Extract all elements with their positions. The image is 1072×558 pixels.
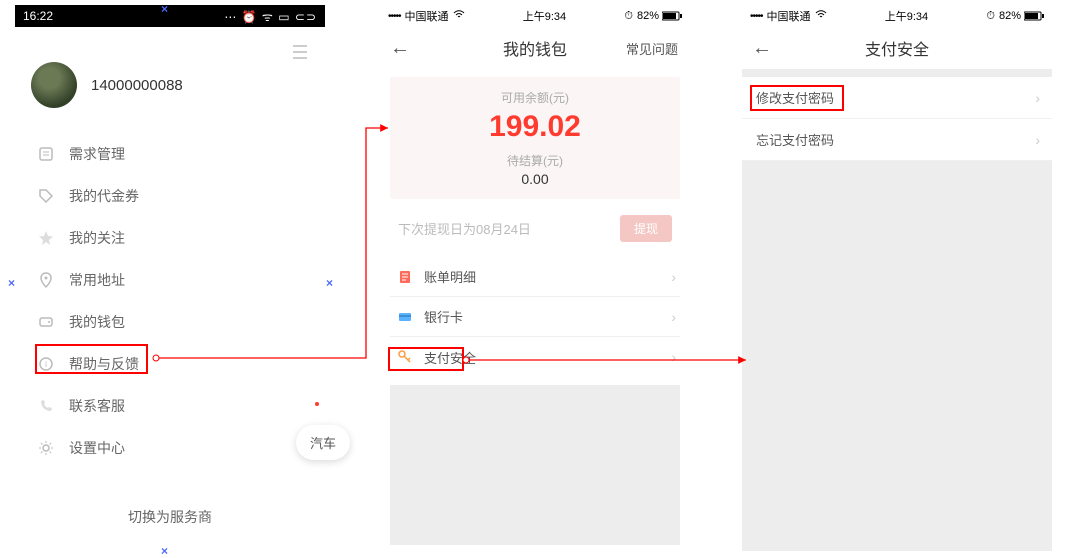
cell-label: 支付安全 (424, 348, 476, 367)
pending-value: 0.00 (390, 171, 680, 187)
phone2-wallet: ••••• 中国联通 上午9:34 ⏱ 82% ← 我的钱包 常见问题 可用余额… (380, 5, 690, 550)
cell-change-password[interactable]: 修改支付密码 › (742, 77, 1052, 119)
nav-bar: ← 支付安全 (742, 27, 1052, 69)
carrier: 中国联通 (767, 8, 811, 24)
signal-icon: ••••• (750, 11, 763, 22)
menu-label: 设置中心 (69, 438, 125, 458)
menu-label: 联系客服 (69, 396, 125, 416)
pin-icon (37, 271, 55, 289)
empty-area (390, 385, 680, 545)
chevron-right-icon: › (671, 309, 676, 325)
menu-item-follow[interactable]: 我的关注 (15, 217, 325, 259)
menu-label: 我的代金券 (69, 186, 139, 206)
username: 14000000088 (91, 77, 183, 94)
status-time: 上午9:34 (465, 8, 625, 24)
balance-card: 可用余额(元) 199.02 待结算(元) 0.00 (390, 77, 680, 199)
withdraw-note: 下次提现日为08月24日 (398, 219, 531, 238)
chevron-right-icon: › (1035, 132, 1040, 148)
status-bar: ••••• 中国联通 上午9:34 ⏱ 82% (380, 5, 690, 27)
menu-label: 需求管理 (69, 144, 125, 164)
key-icon (396, 348, 414, 366)
nav-bar: ← 我的钱包 常见问题 (380, 27, 690, 69)
menu-label: 常用地址 (69, 270, 125, 290)
wifi-icon (453, 9, 465, 23)
chevron-right-icon: › (671, 269, 676, 285)
menu-item-help[interactable]: i 帮助与反馈 (15, 343, 325, 385)
available-label: 可用余额(元) (390, 89, 680, 106)
alarm-icon: ⏱ (624, 10, 633, 23)
cell-bill-detail[interactable]: 账单明细 › (390, 257, 680, 297)
phone1-sidebar: 16:22 ⋯ ⏰ ᯤ ▭ ⊂⊃ 14000000088 需求管理 我的代金券 … (15, 5, 325, 550)
battery: ⏱ 82% (624, 10, 682, 23)
menu-label: 帮助与反馈 (69, 354, 139, 374)
info-icon: i (37, 355, 55, 373)
empty-area (742, 161, 1052, 551)
status-icons: ⋯ ⏰ ᯤ ▭ ⊂⊃ (224, 8, 317, 25)
signal-icon: ••••• (388, 11, 401, 22)
nav-title: 我的钱包 (503, 36, 567, 60)
phone-icon (37, 397, 55, 415)
cell-label: 修改支付密码 (756, 88, 834, 107)
menu-label: 我的钱包 (69, 312, 125, 332)
menu-item-demand[interactable]: 需求管理 (15, 133, 325, 175)
avatar (31, 62, 77, 108)
back-icon[interactable]: ← (752, 37, 772, 60)
crop-mark: × (161, 2, 168, 16)
available-value: 199.02 (390, 110, 680, 144)
list-icon (37, 145, 55, 163)
floating-pill[interactable]: 汽车 (296, 425, 350, 460)
cell-pay-security[interactable]: 支付安全 › (390, 337, 680, 377)
notification-dot (315, 402, 319, 406)
card-icon (396, 308, 414, 326)
menu-item-wallet[interactable]: 我的钱包 (15, 301, 325, 343)
phone3-security: ••••• 中国联通 上午9:34 ⏱ 82% ← 支付安全 修改支付密码 › … (742, 5, 1052, 550)
carrier: 中国联通 (405, 8, 449, 24)
cell-label: 忘记支付密码 (756, 130, 834, 149)
battery: ⏱ 82% (986, 10, 1044, 23)
cell-label: 银行卡 (424, 307, 463, 326)
crop-mark: × (8, 276, 15, 290)
crop-mark: × (326, 276, 333, 290)
status-time: 上午9:34 (827, 8, 987, 24)
pending-label: 待结算(元) (390, 152, 680, 169)
alarm-icon: ⏱ (986, 10, 995, 23)
menu-item-settings[interactable]: 设置中心 (15, 427, 325, 469)
cell-bank-card[interactable]: 银行卡 › (390, 297, 680, 337)
faq-link[interactable]: 常见问题 (626, 39, 678, 58)
profile-row[interactable]: 14000000088 (15, 27, 325, 133)
menu-item-contact[interactable]: 联系客服 (15, 385, 325, 427)
hamburger-icon[interactable] (293, 45, 307, 59)
menu-item-address[interactable]: 常用地址 (15, 259, 325, 301)
tag-icon (37, 187, 55, 205)
withdraw-button[interactable]: 提现 (620, 215, 672, 242)
bill-icon (396, 268, 414, 286)
status-bar: 16:22 ⋯ ⏰ ᯤ ▭ ⊂⊃ (15, 5, 325, 27)
cell-forgot-password[interactable]: 忘记支付密码 › (742, 119, 1052, 161)
star-icon (37, 229, 55, 247)
wallet-icon (37, 313, 55, 331)
svg-text:i: i (45, 360, 47, 369)
status-bar: ••••• 中国联通 上午9:34 ⏱ 82% (742, 5, 1052, 27)
menu-label: 我的关注 (69, 228, 125, 248)
switch-provider[interactable]: 切换为服务商 (15, 507, 325, 527)
wifi-icon (815, 9, 827, 23)
chevron-right-icon: › (671, 349, 676, 365)
chevron-right-icon: › (1035, 90, 1040, 106)
nav-title: 支付安全 (865, 36, 929, 60)
withdraw-row: 下次提现日为08月24日 提现 (390, 207, 680, 249)
status-time: 16:22 (23, 9, 53, 23)
gear-icon (37, 439, 55, 457)
cell-label: 账单明细 (424, 267, 476, 286)
back-icon[interactable]: ← (390, 37, 410, 60)
crop-mark: × (161, 544, 168, 558)
menu-item-voucher[interactable]: 我的代金券 (15, 175, 325, 217)
